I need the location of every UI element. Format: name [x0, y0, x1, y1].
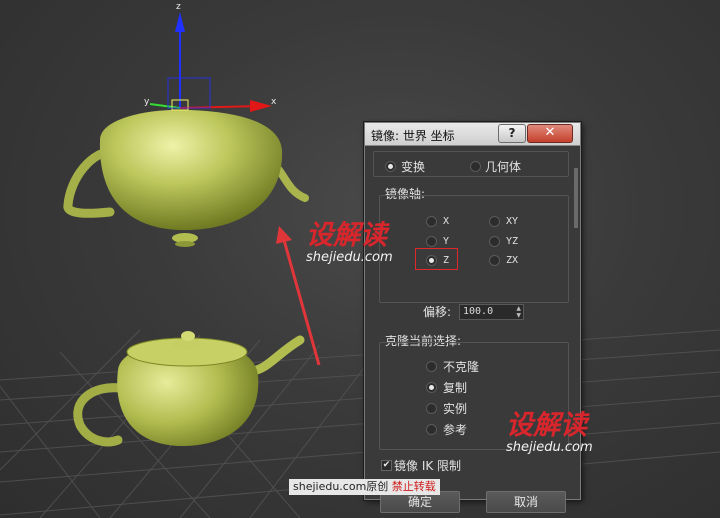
watermark-url: shejiedu.com [306, 250, 393, 265]
watermark-center: 设解读 shejiedu.com [306, 220, 393, 266]
no-clone-label: 不克隆 [443, 360, 480, 374]
mirror-ik-checkbox[interactable]: ✔ [381, 460, 392, 471]
offset-value: 100.0 [463, 306, 494, 317]
cancel-button[interactable]: 取消 [486, 491, 566, 513]
close-button[interactable]: ✕ [527, 124, 573, 143]
dialog-title: 镜像: 世界 坐标 [371, 129, 455, 143]
credit-forbid: 禁止转载 [391, 480, 436, 493]
watermark-url: shejiedu.com [506, 440, 593, 455]
copy-label: 复制 [443, 381, 468, 395]
credit-original: 原创 [366, 480, 389, 493]
dialog-scrollbar[interactable] [574, 168, 578, 228]
radio-axis-z[interactable] [426, 255, 437, 266]
radio-axis-x[interactable] [426, 216, 437, 227]
credit-banner: shejiedu.com原创 禁止转载 [289, 479, 440, 495]
gizmo-z-label: z [176, 2, 181, 12]
spinner-arrows-icon[interactable]: ▲ ▼ [516, 305, 521, 319]
axis-zx-label: ZX [506, 255, 519, 266]
radio-no-clone[interactable] [426, 361, 437, 372]
geometry-label: 几何体 [485, 160, 522, 174]
watermark-brand: 设解读 [306, 220, 387, 251]
original-teapot[interactable] [73, 331, 305, 447]
radio-axis-y[interactable] [426, 236, 437, 247]
axis-xy-label: XY [506, 216, 519, 227]
mirror-ik-label: 镜像 IK 限制 [394, 459, 462, 473]
mirror-axis-group [379, 195, 569, 303]
mirrored-teapot[interactable] [63, 109, 309, 247]
credit-site: shejiedu.com [293, 480, 367, 493]
axis-yz-label: YZ [506, 236, 519, 247]
radio-copy[interactable] [426, 382, 437, 393]
watermark-bottom-right: 设解读 shejiedu.com [506, 410, 593, 456]
transform-label: 变换 [401, 160, 426, 174]
instance-label: 实例 [443, 402, 468, 416]
radio-transform[interactable] [385, 161, 396, 172]
radio-instance[interactable] [426, 403, 437, 414]
radio-geometry[interactable] [470, 161, 481, 172]
radio-axis-yz[interactable] [489, 236, 500, 247]
axis-y-label: Y [443, 236, 450, 247]
watermark-brand: 设解读 [506, 410, 587, 441]
radio-axis-xy[interactable] [489, 216, 500, 227]
gizmo-y-label: y [144, 97, 150, 107]
dialog-titlebar[interactable]: 镜像: 世界 坐标 ? ✕ [365, 123, 580, 146]
help-button[interactable]: ? [498, 124, 526, 143]
axis-x-label: X [443, 216, 450, 227]
transform-gizmo[interactable]: y x z [144, 2, 277, 112]
gizmo-x-label: x [271, 97, 277, 107]
offset-spinner[interactable]: 100.0 ▲ ▼ [459, 304, 524, 320]
axis-z-label: Z [443, 255, 450, 266]
radio-axis-zx[interactable] [489, 255, 500, 266]
reference-label: 参考 [443, 423, 468, 437]
radio-reference[interactable] [426, 424, 437, 435]
offset-label: 偏移: [423, 305, 452, 319]
